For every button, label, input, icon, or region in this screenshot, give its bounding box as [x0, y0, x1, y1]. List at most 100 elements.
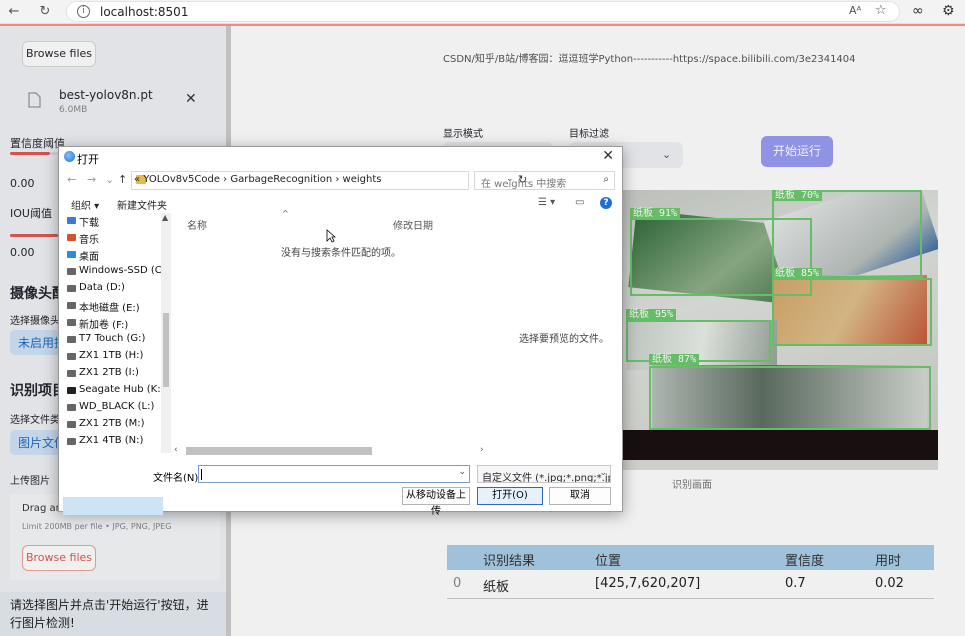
results-table-header: 识别结果 位置 置信度 用时	[447, 545, 934, 570]
iou-slider-fill[interactable]	[10, 234, 58, 237]
upload-from-mobile-button[interactable]: 从移动设备上传	[402, 487, 470, 517]
url-text: localhost:8501	[100, 5, 189, 19]
detection-label: 纸板 95%	[626, 309, 677, 320]
settings-gear-icon[interactable]: ⚙	[942, 3, 955, 19]
browser-app-icon	[64, 151, 75, 162]
camera-select-label: 选择摄像头	[10, 316, 60, 327]
chevron-down-icon[interactable]: ⌄	[458, 467, 466, 477]
detection-label: 纸板 70%	[772, 190, 823, 201]
nav-item-drive[interactable]: ZX1 2TB (I:)	[79, 367, 139, 378]
navigation-pane: 下载 音乐 桌面 Windows-SSD (C Data (D:) 本地磁盘 (…	[63, 213, 163, 515]
scroll-right-icon[interactable]: ›	[480, 445, 484, 455]
organize-button[interactable]: 组织 ▾	[71, 197, 99, 212]
mouse-cursor-icon	[326, 229, 336, 243]
nav-scroll-thumb[interactable]	[163, 313, 169, 387]
preview-message: 选择要预览的文件。	[519, 334, 609, 345]
drive-icon	[67, 353, 76, 360]
back-arrow-icon[interactable]: ←	[67, 173, 76, 186]
scroll-up-icon[interactable]: ▲	[162, 213, 168, 222]
open-button[interactable]: 打开(O)	[477, 487, 543, 505]
scroll-left-icon[interactable]: ‹	[174, 445, 178, 455]
cell-result: 纸板	[483, 580, 510, 595]
preview-pane-icon[interactable]: ▭	[575, 197, 584, 208]
nav-item-music[interactable]: 音乐	[79, 231, 99, 246]
forward-arrow-icon[interactable]: →	[87, 173, 96, 186]
cell-time: 0.02	[875, 576, 904, 591]
nav-item-desktop[interactable]: 桌面	[79, 248, 99, 263]
conf-slider-fill[interactable]	[10, 152, 50, 155]
cell-position: [425,7,620,207]	[595, 576, 701, 591]
drive-icon	[67, 319, 76, 326]
drive-icon	[67, 302, 76, 309]
file-type-select[interactable]: 自定义文件 (*.jpg;*.png;*.jpeg ⌄	[477, 465, 611, 483]
conf-threshold-value: 0.00	[10, 177, 35, 190]
file-open-dialog: 打开 ✕ ← → ⌄ ↑ ⌄ ↻ « YOLOv8v5Code › Garbag…	[58, 146, 623, 517]
text-caret	[201, 469, 202, 480]
table-row[interactable]: 0 纸板 [425,7,620,207] 0.7 0.02	[447, 570, 934, 599]
cancel-button[interactable]: 取消	[549, 487, 611, 505]
start-run-button[interactable]: 开始运行	[761, 136, 833, 167]
new-folder-button[interactable]: 新建文件夹	[117, 197, 167, 212]
column-name[interactable]: 名称	[187, 217, 207, 232]
detection-label: 纸板 91%	[630, 208, 681, 219]
author-links-text: CSDN/知乎/B站/博客园：逗逗班学Python-----------http…	[443, 54, 856, 65]
nav-item-drive[interactable]: ZX1 2TB (M:)	[79, 418, 145, 429]
uploaded-file-size: 6.0MB	[59, 105, 88, 115]
detection-box	[772, 190, 922, 278]
nav-scrollbar[interactable]: ▲	[161, 213, 171, 453]
file-icon	[28, 92, 41, 108]
filename-input[interactable]: ⌄	[198, 465, 470, 483]
breadcrumb[interactable]: « YOLOv8v5Code › GarbageRecognition › we…	[134, 174, 381, 185]
sort-up-icon: ^	[282, 209, 289, 218]
nav-item-drive[interactable]: Windows-SSD (C	[79, 265, 162, 276]
nav-item-drive[interactable]: T7 Touch (G:)	[79, 333, 145, 344]
info-icon[interactable]: i	[77, 5, 90, 18]
close-icon[interactable]: ✕	[602, 148, 614, 164]
drive-icon	[67, 336, 76, 343]
chevron-down-icon[interactable]: ⌄	[105, 173, 114, 186]
iou-threshold-value: 0.00	[10, 246, 35, 259]
desktop-icon	[67, 251, 76, 258]
empty-results-message: 没有与搜索条件匹配的项。	[281, 248, 401, 259]
browse-files-button-2[interactable]: Browse files	[22, 545, 96, 571]
file-list-hscrollbar[interactable]: ‹ ›	[174, 445, 494, 455]
nav-item-drive[interactable]: 本地磁盘 (E:)	[79, 299, 140, 314]
detection-label: 纸板 87%	[649, 354, 700, 365]
extensions-icon[interactable]: ∞	[912, 3, 924, 19]
chevron-down-icon: ⌄	[662, 148, 672, 161]
folder-search-input[interactable]: 在 weights 中搜索 ⌕	[474, 171, 615, 190]
nav-item-drive[interactable]: Seagate Hub (K:	[79, 384, 161, 395]
display-mode-label: 显示模式	[443, 129, 483, 140]
nav-item-drive[interactable]: ZX1 4TB (N:)	[79, 435, 143, 446]
file-type-value: 自定义文件 (*.jpg;*.png;*.jpeg	[482, 473, 610, 483]
up-arrow-icon[interactable]: ↑	[118, 173, 127, 186]
drive-icon	[67, 268, 76, 275]
reload-icon[interactable]: ↻	[36, 3, 54, 21]
browse-files-button[interactable]: Browse files	[22, 41, 96, 67]
chevron-down-icon: ⌄	[599, 468, 607, 478]
drive-icon	[67, 421, 76, 428]
drive-icon	[67, 387, 76, 394]
drive-icon	[67, 404, 76, 411]
favorite-star-icon[interactable]: ☆	[875, 3, 887, 18]
hscroll-thumb[interactable]	[186, 447, 372, 455]
nav-item-drive[interactable]: WD_BLACK (L:)	[79, 401, 154, 412]
nav-item-drive[interactable]: Data (D:)	[79, 282, 125, 293]
column-header: 识别结果	[483, 554, 536, 569]
nav-item-drive[interactable]: ZX1 1TB (H:)	[79, 350, 143, 361]
column-modified-date[interactable]: 修改日期	[393, 217, 433, 232]
read-aloud-icon[interactable]: Aᴬ	[849, 4, 861, 17]
help-icon[interactable]: ?	[600, 197, 612, 209]
results-table: 识别结果 位置 置信度 用时 0 纸板 [425,7,620,207] 0.7 …	[447, 545, 934, 599]
back-icon[interactable]: ←	[5, 3, 23, 21]
address-bar[interactable]: i localhost:8501 Aᴬ ☆	[66, 1, 900, 22]
nav-item-drive[interactable]: 新加卷 (F:)	[79, 316, 128, 331]
status-message: 请选择图片并点击'开始运行'按钮，进行图片检测!	[0, 592, 228, 636]
upload-image-label: 上传图片	[10, 476, 50, 487]
drive-icon	[67, 438, 76, 445]
remove-file-icon[interactable]: ✕	[185, 91, 197, 107]
nav-item-downloads[interactable]: 下载	[79, 214, 99, 229]
detection-image: 纸板 91% 纸板 70% 纸板 85% 纸板 95% 纸板 87%	[622, 190, 938, 470]
search-icon: ⌕	[603, 174, 609, 185]
view-options-icon[interactable]: ☰ ▾	[538, 197, 555, 208]
